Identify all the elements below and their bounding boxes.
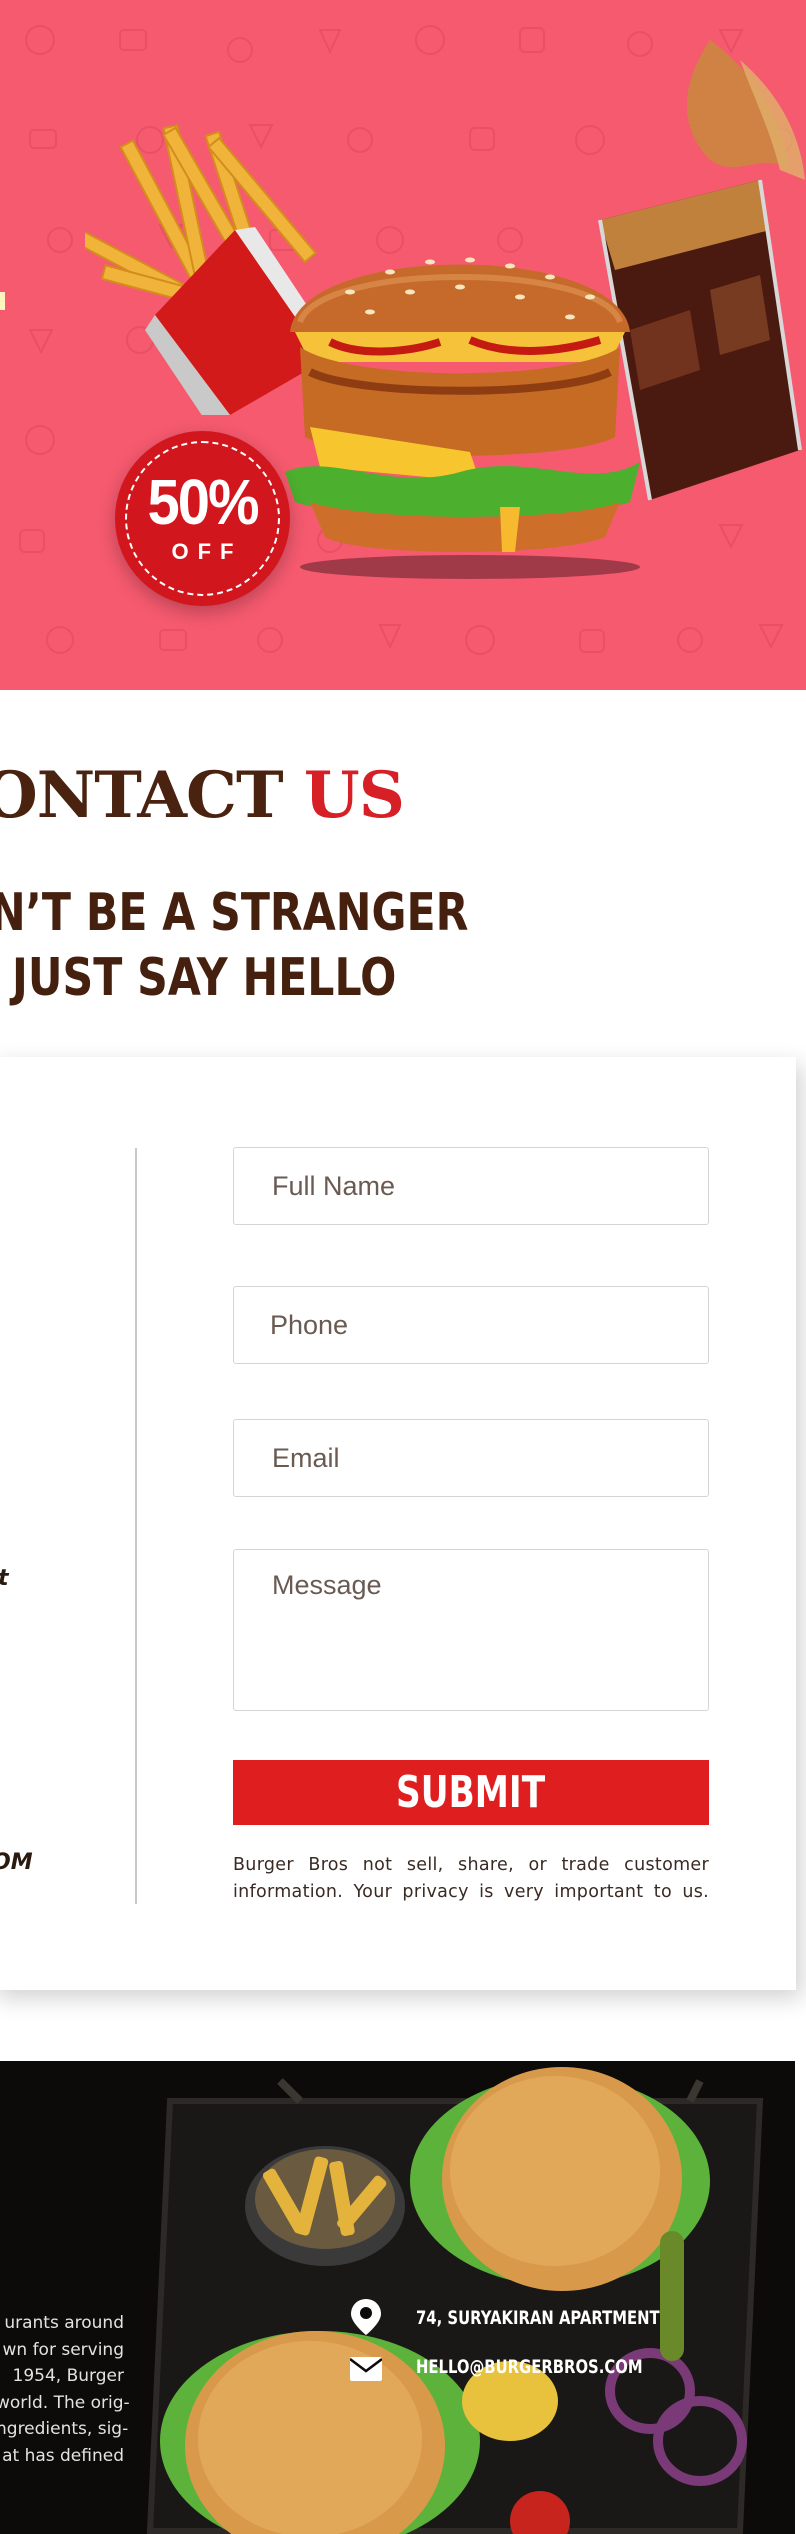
- tagline-line-1: N’T BE A STRANGER: [0, 883, 469, 943]
- contact-title-accent: US: [303, 758, 405, 833]
- phone-input[interactable]: [233, 1286, 709, 1364]
- about-line: wn for serving: [2, 2339, 124, 2360]
- tagline-line-2: JUST SAY HELLO: [12, 948, 397, 1008]
- card-divider: [135, 1148, 137, 1904]
- hero-banner: 50% OFF: [0, 0, 806, 690]
- discount-badge: 50% OFF: [115, 431, 290, 606]
- hero-edge-mark: [0, 292, 5, 310]
- footer-about-text: urants around wn for serving 1954, Burge…: [0, 2310, 130, 2469]
- submit-button-label: SUBMIT: [396, 1767, 546, 1818]
- left-column-text-fragment: t: [0, 1566, 9, 1591]
- left-column-email-fragment: OM: [0, 1850, 33, 1875]
- message-textarea[interactable]: [233, 1549, 709, 1711]
- footer-email-row[interactable]: HELLO@BURGERBROS.COM: [348, 2349, 706, 2385]
- footer-address: 74, SURYAKIRAN APARTMENT: [416, 2307, 660, 2329]
- page: 50% OFF ONTACT US N’T BE A STRANGER JUST…: [0, 0, 806, 2534]
- about-line: urants around: [4, 2313, 124, 2333]
- footer-address-row: 74, SURYAKIRAN APARTMENT: [348, 2300, 728, 2336]
- discount-value: 50%: [147, 466, 259, 539]
- contact-title-main: ONTACT: [0, 758, 284, 833]
- email-input[interactable]: [233, 1419, 709, 1497]
- contact-title: ONTACT US: [0, 758, 405, 833]
- about-line: 1954, Burger: [12, 2366, 124, 2386]
- burger-illustration: [285, 257, 640, 579]
- footer-email-link[interactable]: HELLO@BURGERBROS.COM: [416, 2356, 643, 2378]
- about-line: world. The orig-: [0, 2392, 130, 2413]
- full-name-input[interactable]: [233, 1147, 709, 1225]
- about-line: ngredients, sig-: [0, 2419, 129, 2439]
- about-line: at has defined: [2, 2445, 124, 2466]
- privacy-note: Burger Bros not sell, share, or trade cu…: [233, 1855, 709, 1902]
- submit-button[interactable]: SUBMIT: [233, 1760, 709, 1825]
- discount-unit: OFF: [171, 539, 243, 564]
